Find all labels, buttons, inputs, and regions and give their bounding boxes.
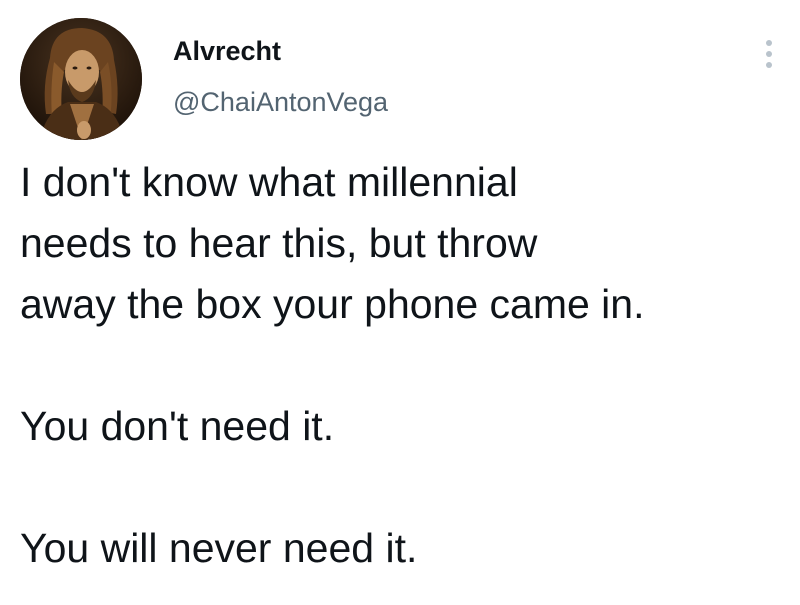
paragraph-break — [20, 457, 790, 518]
paragraph-break — [20, 335, 790, 396]
avatar[interactable] — [20, 18, 142, 140]
tweet-text: I don't know what millennial needs to he… — [20, 152, 790, 579]
more-options-button[interactable] — [757, 36, 781, 72]
tweet-text-line: I don't know what millennial — [20, 159, 518, 205]
tweet-text-line: You will never need it. — [20, 525, 418, 571]
more-vertical-icon-dot — [766, 51, 772, 57]
author-handle[interactable]: @ChaiAntonVega — [173, 86, 388, 118]
more-vertical-icon — [766, 40, 772, 46]
tweet-text-line: You don't need it. — [20, 403, 335, 449]
tweet-text-line: away the box your phone came in. — [20, 281, 645, 327]
portrait-avatar-icon — [20, 18, 142, 140]
tweet-text-line: needs to hear this, but throw — [20, 220, 538, 266]
tweet-card: Alvrecht @ChaiAntonVega I don't know wha… — [0, 0, 800, 605]
author-display-name[interactable]: Alvrecht — [173, 35, 281, 67]
more-vertical-icon-dot — [766, 62, 772, 68]
